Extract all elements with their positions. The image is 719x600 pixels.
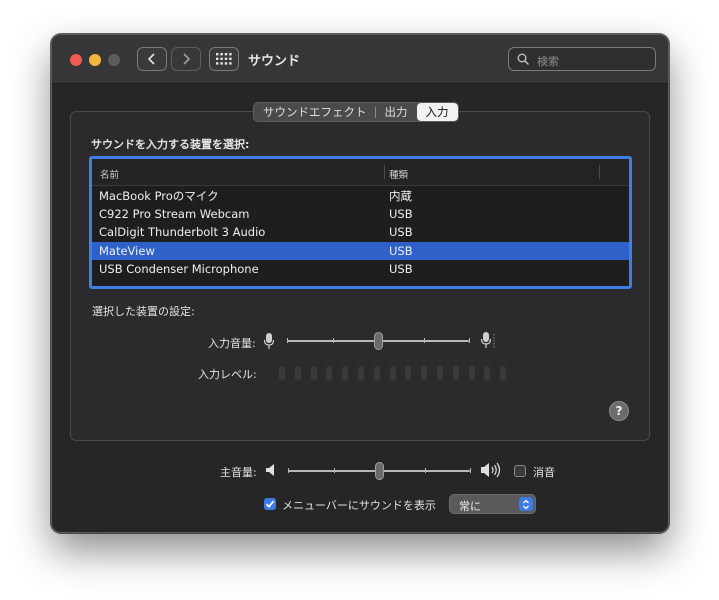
show-in-menubar-label: メニューバーにサウンドを表示	[282, 499, 436, 512]
menubar-visibility-value: 常に	[459, 500, 481, 513]
tab-bar: サウンドエフェクト 出力 入力	[253, 102, 459, 122]
microphone-high-icon	[480, 332, 495, 348]
checkmark-icon	[265, 500, 275, 508]
chevron-left-icon	[147, 53, 155, 65]
forward-button[interactable]	[171, 47, 201, 71]
device-name: MacBook Proのマイク	[99, 189, 219, 203]
level-segment	[500, 366, 507, 381]
microphone-low-icon	[263, 333, 275, 349]
zoom-button[interactable]	[108, 54, 120, 66]
level-segment	[358, 366, 364, 381]
slider-tick	[333, 468, 335, 473]
level-segment	[452, 366, 459, 381]
device-type: USB	[389, 262, 413, 276]
device-type: USB	[389, 243, 413, 258]
slider-tick	[287, 338, 288, 343]
mute-label: 消音	[533, 466, 555, 479]
speaker-low-icon	[266, 464, 274, 476]
output-volume-slider-thumb[interactable]	[375, 462, 384, 480]
table-row[interactable]: CalDigit Thunderbolt 3 Audio USB	[92, 223, 629, 242]
device-name: MateView	[99, 243, 155, 258]
slider-tick	[470, 468, 471, 473]
device-select-heading: サウンドを入力する装置を選択:	[91, 138, 250, 151]
level-segment	[294, 366, 301, 381]
level-segment	[326, 366, 333, 381]
show-all-button[interactable]	[209, 47, 239, 71]
output-volume-label: 主音量:	[220, 466, 257, 479]
device-type: 内蔵	[389, 189, 412, 203]
search-placeholder: 検索	[537, 55, 559, 68]
tab-output[interactable]: 出力	[376, 103, 417, 121]
menubar-visibility-select[interactable]: 常に	[449, 494, 536, 514]
device-type: USB	[389, 206, 413, 221]
level-segment	[279, 366, 285, 381]
slider-tick	[424, 468, 426, 473]
level-segment	[373, 366, 380, 381]
table-row-selected[interactable]: MateView USB	[92, 241, 629, 260]
window-title: サウンド	[248, 54, 301, 69]
slider-tick	[288, 468, 289, 473]
input-volume-label: 入力音量:	[208, 337, 256, 350]
back-button[interactable]	[137, 47, 167, 71]
device-name: CalDigit Thunderbolt 3 Audio	[99, 225, 266, 239]
column-header-name[interactable]: 名前	[100, 167, 119, 181]
chevron-right-icon	[183, 53, 191, 65]
column-divider	[599, 165, 600, 179]
title-bar: サウンド 検索	[52, 35, 668, 84]
column-header-type[interactable]: 種類	[389, 167, 408, 181]
help-button[interactable]: ?	[609, 401, 629, 421]
level-segment	[342, 366, 349, 381]
speaker-high-icon	[481, 462, 501, 478]
slider-tick	[469, 338, 470, 343]
show-in-menubar-checkbox[interactable]	[264, 498, 276, 510]
tab-input[interactable]: 入力	[416, 103, 458, 121]
slider-tick	[332, 338, 334, 343]
updown-chevron-icon	[519, 497, 533, 511]
minimize-button[interactable]	[89, 54, 101, 66]
input-volume-slider-thumb[interactable]	[374, 332, 383, 350]
device-name: USB Condenser Microphone	[99, 262, 259, 276]
sound-preferences-window: サウンド 検索 サウンドエフェクト 出力 入力 サウンドを入力する装置を選択: …	[51, 34, 669, 533]
table-row[interactable]: C922 Pro Stream Webcam USB	[92, 205, 629, 224]
search-field[interactable]: 検索	[508, 47, 656, 71]
level-segment	[468, 366, 475, 381]
slider-tick	[423, 338, 425, 343]
column-divider	[384, 165, 385, 179]
level-segment	[421, 366, 428, 381]
level-segment	[389, 366, 396, 381]
device-type: USB	[389, 225, 413, 239]
level-segment	[405, 366, 412, 381]
level-segment	[437, 366, 443, 381]
input-device-table[interactable]: 名前 種類 MacBook Proのマイク 内蔵 C922 Pro Stream…	[89, 156, 632, 289]
table-row[interactable]: USB Condenser Microphone USB	[92, 260, 629, 279]
input-level-label: 入力レベル:	[198, 368, 257, 381]
table-header: 名前 種類	[92, 159, 629, 186]
table-row[interactable]: MacBook Proのマイク 内蔵	[92, 186, 629, 205]
tab-sound-effects[interactable]: サウンドエフェクト	[254, 103, 376, 121]
level-segment	[484, 366, 491, 381]
device-name: C922 Pro Stream Webcam	[99, 206, 250, 221]
mute-checkbox[interactable]	[514, 465, 526, 477]
search-icon	[517, 53, 530, 66]
close-button[interactable]	[70, 54, 82, 66]
selected-device-settings-heading: 選択した装置の設定:	[92, 305, 195, 318]
level-segment	[310, 366, 317, 381]
grid-icon	[216, 53, 232, 65]
